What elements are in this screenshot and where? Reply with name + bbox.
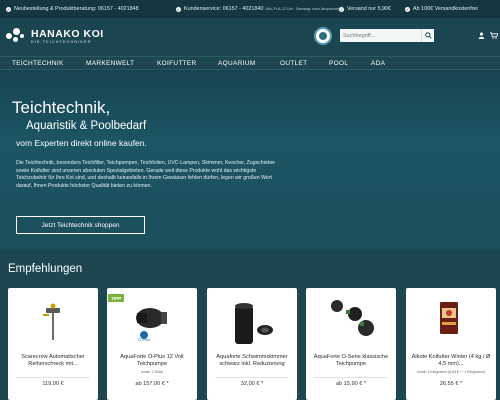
product-image[interactable] <box>406 288 496 350</box>
cart-icon[interactable] <box>489 30 499 40</box>
search-icon <box>424 32 432 39</box>
product-image[interactable] <box>306 288 396 350</box>
product-card[interactable]: Scarecrow Automatischer Reiherschreck mi… <box>8 288 98 400</box>
trust-seal-icon[interactable] <box>314 27 332 45</box>
nav-item-markenwelt[interactable]: MARKENWELT <box>86 60 134 67</box>
product-price: 119,00 € <box>42 381 64 387</box>
product-price: 26,55 € * <box>439 381 463 387</box>
chevron-right-icon[interactable]: › <box>488 322 500 340</box>
site-header: HANAKO KOI DIE TEICHTECHNIKER <box>0 18 500 56</box>
hero-subtitle: vom Experten direkt online kaufen. <box>16 138 147 148</box>
nav-item-koifutter[interactable]: KOIFUTTER <box>157 60 197 67</box>
product-subinfo: Inhalt: 1 Stück <box>140 370 164 374</box>
section-title-recommendations: Empfehlungen <box>8 263 83 275</box>
product-name[interactable]: AquaForte O-Serie klassische Teichpumpe <box>309 354 393 368</box>
koi-logo-icon <box>6 26 28 46</box>
topbar-item-free-shipping: ✓ Ab 100€ Versandkostenfrei <box>405 6 478 12</box>
product-name[interactable]: Scarecrow Automatischer Reiherschreck mi… <box>11 354 95 368</box>
top-info-bar: ✓ Neubestellung & Produktberatung: 06157… <box>0 0 500 18</box>
topbar-item-order: ✓ Neubestellung & Produktberatung: 06157… <box>6 6 139 12</box>
user-icon[interactable] <box>476 30 486 40</box>
check-icon: ✓ <box>176 6 181 12</box>
topbar-item-shipping: ✓ Versand nur 5,90€ <box>339 6 392 12</box>
hero-paragraph: Die Teichtechnik, besonders Teichfilter,… <box>16 160 276 189</box>
product-card[interactable]: Alkote Koifutter Winter (4 kg / Ø 4,5 mm… <box>406 288 496 400</box>
shop-teichtechnik-button[interactable]: Jetzt Teichtechnik shoppen <box>16 216 145 234</box>
logo-title: HANAKO KOI <box>31 27 104 40</box>
check-icon: ✓ <box>405 6 410 12</box>
tipp-badge: TIPP <box>108 294 125 302</box>
check-icon: ✓ <box>339 6 344 12</box>
svg-text:O-Plus: O-Plus <box>138 337 150 342</box>
hero-title-line1: Teichtechnik, <box>12 98 111 117</box>
nav-item-teichtechnik[interactable]: TEICHTECHNIK <box>12 60 64 67</box>
nav-item-outlet[interactable]: OUTLET <box>280 60 307 67</box>
search-button[interactable] <box>421 29 434 42</box>
product-image[interactable] <box>8 288 98 350</box>
nav-item-ada[interactable]: ADA <box>371 60 385 67</box>
hero-title-line2: Aquaristik & Poolbedarf <box>26 120 147 132</box>
check-icon: ✓ <box>6 6 11 12</box>
product-image[interactable] <box>207 288 297 350</box>
product-name[interactable]: Alkote Koifutter Winter (4 kg / Ø 4,5 mm… <box>409 354 493 368</box>
product-name[interactable]: Aquaforte Schwimmskimmer schwarz inkl. R… <box>210 354 294 368</box>
nav-item-pool[interactable]: POOL <box>329 60 348 67</box>
product-card[interactable]: O-Plus AquaForte O-Plus 12 Volt Teichpum… <box>107 288 197 400</box>
product-card[interactable]: Aquaforte Schwimmskimmer schwarz inkl. R… <box>207 288 297 400</box>
product-card[interactable]: AquaForte O-Serie klassische Teichpumpe … <box>306 288 396 400</box>
product-subinfo: Inhalt: 4 Kilogramm (6,64 € * / 1 Kilogr… <box>416 370 486 374</box>
nav-item-aquarium[interactable]: AQUARIUM <box>218 60 255 67</box>
product-price: ab 157,00 € * <box>135 381 169 387</box>
search-input[interactable] <box>340 29 421 42</box>
main-navigation: TEICHTECHNIK MARKENWELT KOIFUTTER AQUARI… <box>0 56 500 70</box>
logo-subtitle: DIE TEICHTECHNIKER <box>31 39 92 44</box>
product-name[interactable]: AquaForte O-Plus 12 Volt Teichpumpe <box>110 354 194 368</box>
product-price: 32,00 € * <box>240 381 264 387</box>
site-logo[interactable]: HANAKO KOI DIE TEICHTECHNIKER <box>6 26 104 46</box>
hero-banner: Teichtechnik, Aquaristik & Poolbedarf vo… <box>0 70 500 250</box>
topbar-item-service: ✓ Kundenservice: 06157 - 4021840 (Mo–Fr … <box>176 6 340 12</box>
product-price: ab 15,90 € * <box>335 381 367 387</box>
